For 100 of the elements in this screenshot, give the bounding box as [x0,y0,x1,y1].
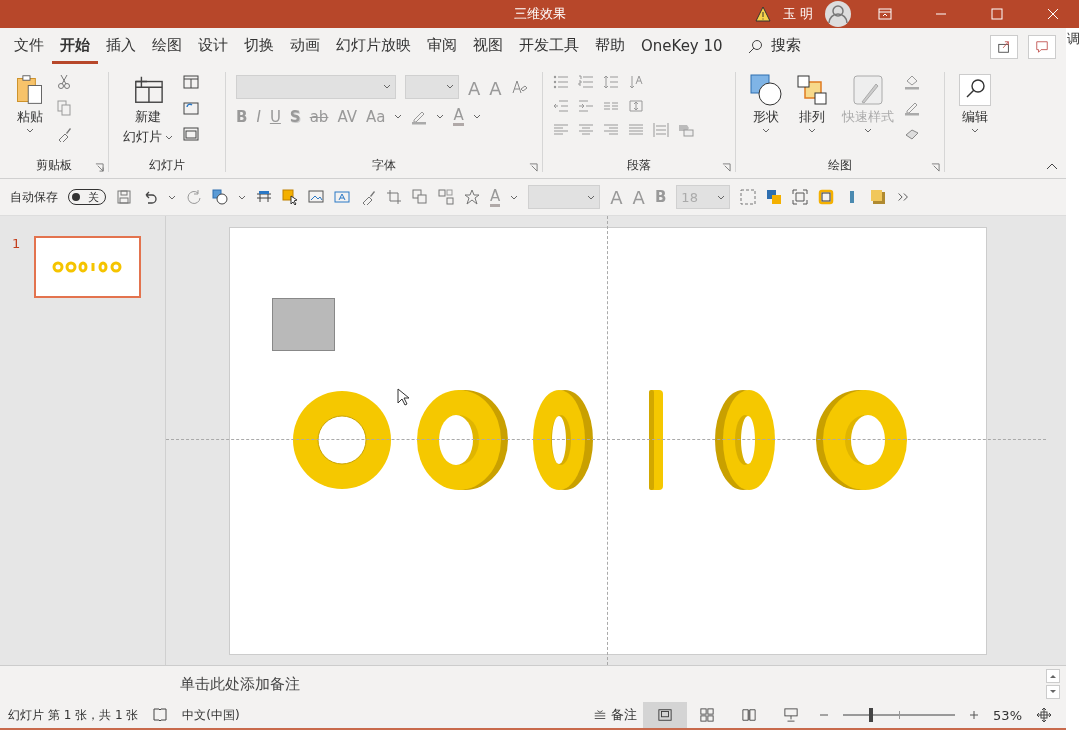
crop-icon[interactable] [386,189,402,205]
dialog-launcher-icon[interactable] [931,163,940,172]
dialog-launcher-icon[interactable] [529,163,538,172]
caret-icon [383,84,391,89]
dashed-box-icon[interactable] [740,189,757,205]
slideshow-icon [784,708,799,722]
ribbon-tab[interactable]: 视图 [465,30,511,64]
ribbon-tab[interactable]: OneKey 10 [633,30,731,64]
ribbon-tab[interactable]: 帮助 [587,30,633,64]
slide-thumbnail[interactable] [34,236,142,298]
shadow-icon[interactable] [870,189,887,205]
section-icon[interactable] [183,126,199,142]
copy-icon[interactable] [56,100,72,116]
save-icon[interactable] [116,189,132,205]
close-icon[interactable] [1045,6,1061,22]
shape-select-icon[interactable] [282,189,298,205]
user-name[interactable]: 玉 明 [782,5,813,23]
caret-icon[interactable] [394,114,403,119]
scroll-up-icon[interactable] [1046,669,1060,683]
ribbon-tab[interactable]: 动画 [282,30,328,64]
group-label: 字体 [372,156,396,174]
share-button[interactable] [990,35,1018,59]
normal-view-icon [658,708,673,722]
ribbon-tab[interactable]: 开发工具 [511,30,587,64]
zoom-in-icon[interactable] [969,710,980,720]
zoom-level[interactable]: 53% [993,707,1022,723]
shapes-icon[interactable] [212,189,228,205]
ribbon-tab[interactable]: 文件 [6,30,52,64]
arrange-button[interactable]: 排列 [792,72,832,135]
view-button[interactable] [643,702,688,728]
picture-icon[interactable] [308,189,324,205]
caret-icon[interactable] [510,194,519,200]
caret-icon [587,194,596,200]
layers-icon[interactable] [766,189,783,205]
caret-icon[interactable] [238,194,246,200]
ribbon-tab[interactable]: 绘图 [144,30,190,64]
layout-icon[interactable] [183,74,199,90]
text-direction-icon[interactable] [628,74,644,90]
ribbon-tab[interactable]: 审阅 [419,30,465,64]
language-label[interactable]: 中文(中国) [182,706,240,724]
caret-icon [808,128,816,133]
outline-icon[interactable] [818,189,835,205]
ungroup-icon[interactable] [438,189,454,205]
shapes-icon [750,74,782,106]
resize-icon[interactable] [792,189,809,205]
brush-icon[interactable] [56,126,72,142]
dialog-launcher-icon[interactable] [95,163,104,172]
group-label: 段落 [627,156,651,174]
search-icon[interactable] [746,39,763,55]
autosave-label: 自动保存 [10,188,58,206]
book-check-icon[interactable] [152,707,169,723]
star-icon[interactable] [464,189,480,205]
ribbon-tab[interactable]: 插入 [98,30,144,64]
edit-button[interactable]: 编辑 [955,72,995,135]
table-icon[interactable] [256,189,272,205]
zoom-slider-thumb[interactable] [869,708,874,722]
paste-button[interactable]: 粘贴 [10,72,50,135]
new-slide-button[interactable]: 新建 幻灯片 [119,72,177,148]
avatar-icon[interactable] [825,1,851,27]
slide-number: 1 [12,236,21,251]
scroll-down-icon[interactable] [1046,685,1060,699]
brush-icon[interactable] [360,189,376,205]
reset-icon[interactable] [183,100,199,116]
outline-pen-icon[interactable] [904,100,920,116]
redo-icon[interactable] [186,189,202,205]
smartart-icon[interactable] [678,122,694,138]
line-spacing-icon[interactable] [603,74,619,90]
ribbon-tab[interactable]: 设计 [190,30,236,64]
font-size-field[interactable] [405,74,459,99]
group-icon[interactable] [412,189,428,205]
notes-placeholder[interactable]: 单击此处添加备注 [180,674,300,694]
comment-button[interactable] [1028,35,1056,59]
dialog-launcher-icon[interactable] [722,163,731,172]
search-button[interactable]: 搜索 [762,30,809,64]
new-slide-icon [132,74,164,106]
font-field[interactable] [528,185,601,209]
fit-to-window-icon[interactable] [1036,707,1052,723]
caret-icon[interactable] [168,194,176,200]
caret-icon[interactable] [472,114,481,119]
bullet-list-icon[interactable] [553,74,569,90]
notes-icon [593,708,608,722]
align-text-icon[interactable] [628,98,644,114]
warning-icon[interactable] [754,6,771,22]
more-icon[interactable] [896,190,911,204]
mouse-cursor-icon [397,388,409,406]
scissors-icon[interactable] [56,74,72,90]
textbox-icon[interactable] [334,189,350,205]
caret-icon[interactable] [436,114,445,119]
ribbon-tab[interactable]: 切换 [236,30,282,64]
caret-icon [26,128,34,133]
fill-bucket-icon[interactable] [904,74,920,90]
font-name-field[interactable] [236,74,396,99]
clear-format-icon[interactable] [510,78,527,95]
ribbon-display-icon[interactable] [877,6,893,22]
window-title: 三维效果 [513,5,566,23]
maximize-icon[interactable] [989,6,1005,22]
ribbon-tab[interactable]: 幻灯片放映 [328,30,419,64]
shapes-button[interactable]: 形状 [746,72,786,135]
collapse-ribbon-icon[interactable] [1046,162,1058,170]
notes-button[interactable]: 备注 [593,706,638,724]
